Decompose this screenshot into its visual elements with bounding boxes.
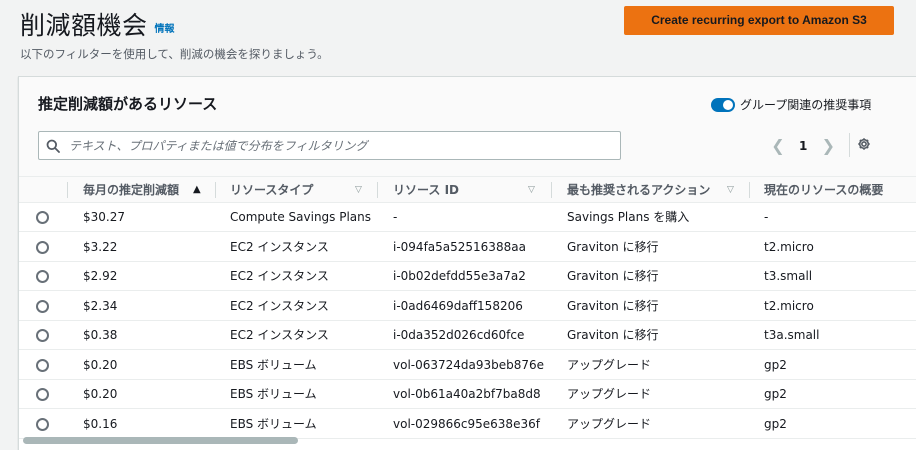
table-row[interactable]: $0.20 EBS ボリューム vol-0b61a40a2bf7ba8d8 アップグレ…: [19, 380, 916, 409]
cell-resource-type: EC2 インスタンス: [230, 298, 329, 313]
toggle-label: グループ関連の推奨事項: [740, 98, 872, 112]
cell-recommended-action: アップグレード: [567, 387, 652, 401]
column-savings[interactable]: 毎月の推定削減額: [83, 177, 203, 203]
pagination: ❮ 1 ❯: [771, 136, 835, 155]
row-select-radio[interactable]: [36, 388, 49, 401]
cell-recommended-action: Graviton に移行: [567, 269, 659, 283]
cell-savings: $2.34: [83, 298, 118, 313]
column-recommended-action[interactable]: 最も推奨されるアクション: [567, 177, 727, 203]
cell-resource-summary: gp2: [764, 387, 787, 401]
cell-resource-summary: t2.micro: [764, 239, 814, 254]
cell-savings: $0.20: [83, 387, 118, 401]
panel-header: 推定削減額があるリソース グループ関連の推奨事項 ❮ 1 ❯: [19, 77, 916, 177]
cell-resource-type: EC2 インスタンス: [230, 328, 329, 342]
column-divider: [67, 182, 68, 198]
panel-title: 推定削減額があるリソース: [38, 95, 218, 113]
page-header: 削減額機会 情報 以下のフィルターを使用して、削減の機会を探りましょう。: [20, 6, 620, 62]
table-row[interactable]: $2.92 EC2 インスタンス i-0b02defdd55e3a7a2 Gravit…: [19, 262, 916, 291]
column-divider: [377, 182, 378, 198]
cell-recommended-action: Savings Plans を購入: [567, 210, 690, 224]
cell-resource-id: vol-063724da93beb876e: [393, 357, 545, 372]
row-select-radio[interactable]: [36, 211, 49, 224]
toggle-switch[interactable]: [711, 97, 735, 112]
column-resource-type[interactable]: リソースタイプ: [230, 177, 350, 203]
column-divider: [749, 182, 750, 198]
column-resource-id[interactable]: リソース ID: [393, 177, 513, 203]
table-row[interactable]: $2.34 EC2 インスタンス i-0ad6469daff158206 Gravit…: [19, 292, 916, 321]
table-row[interactable]: $0.16 EBS ボリューム vol-029866c95e638e36f アップグレ…: [19, 410, 916, 439]
cell-recommended-action: アップグレード: [567, 357, 652, 372]
cell-recommended-action: Graviton に移行: [567, 298, 659, 313]
cell-resource-id: i-0da352d026cd60fce: [393, 328, 525, 342]
cell-resource-summary: gp2: [764, 416, 787, 431]
search-icon: [46, 139, 60, 153]
column-divider: [215, 182, 216, 198]
cell-resource-id: vol-029866c95e638e36f: [393, 416, 540, 431]
row-select-radio[interactable]: [36, 358, 49, 372]
cell-resource-summary: t3.small: [764, 269, 813, 283]
table-row[interactable]: $0.38 EC2 インスタンス i-0da352d026cd60fce Gravit…: [19, 321, 916, 350]
sort-icon[interactable]: ▽: [528, 177, 535, 203]
cell-resource-type: EC2 インスタンス: [230, 269, 329, 283]
cell-resource-type: Compute Savings Plans: [230, 210, 372, 224]
row-select-radio[interactable]: [36, 299, 49, 313]
cell-resource-type: EBS ボリューム: [230, 357, 317, 372]
table-row[interactable]: $30.27 Compute Savings Plans - Savings Plan…: [19, 203, 916, 232]
cell-resource-id: i-0ad6469daff158206: [393, 298, 523, 313]
resources-panel: 推定削減額があるリソース グループ関連の推奨事項 ❮ 1 ❯: [18, 76, 916, 450]
filter-box[interactable]: [38, 131, 621, 160]
previous-page-icon[interactable]: ❮: [771, 136, 785, 155]
cell-resource-summary: t2.micro: [764, 298, 814, 313]
cell-recommended-action: アップグレード: [567, 416, 652, 431]
cell-savings: $0.38: [83, 328, 118, 342]
row-select-radio[interactable]: [36, 270, 49, 283]
row-select-radio[interactable]: [36, 417, 49, 431]
sort-icon[interactable]: ▽: [355, 177, 362, 203]
row-select-radio[interactable]: [36, 240, 49, 254]
page-description: 以下のフィルターを使用して、削減の機会を探りましょう。: [20, 47, 329, 61]
title-row: 削減額機会 情報: [20, 6, 620, 42]
cell-savings: $0.16: [83, 416, 118, 431]
horizontal-scrollbar[interactable]: [23, 437, 298, 444]
column-resource-summary[interactable]: 現在のリソースの概要: [764, 177, 914, 203]
cell-resource-type: EBS ボリューム: [230, 387, 317, 401]
table-row[interactable]: $0.20 EBS ボリューム vol-063724da93beb876e アップグレ…: [19, 351, 916, 380]
row-select-radio[interactable]: [36, 329, 49, 342]
cell-savings: $2.92: [83, 269, 118, 283]
cell-recommended-action: Graviton に移行: [567, 239, 659, 254]
cell-resource-id: vol-0b61a40a2bf7ba8d8: [393, 387, 541, 401]
gear-icon[interactable]: [857, 137, 871, 151]
sort-icon[interactable]: ▽: [727, 177, 734, 203]
current-page[interactable]: 1: [799, 139, 807, 153]
cell-resource-type: EBS ボリューム: [230, 416, 317, 431]
cell-resource-id: i-094fa5a52516388aa: [393, 239, 526, 254]
cell-resource-id: -: [393, 210, 398, 224]
next-page-icon[interactable]: ❯: [821, 136, 835, 155]
filter-input[interactable]: [69, 136, 609, 156]
pager-divider: [849, 133, 850, 157]
cell-savings: $0.20: [83, 357, 118, 372]
info-link[interactable]: 情報: [155, 20, 175, 35]
table-row[interactable]: $3.22 EC2 インスタンス i-094fa5a52516388aa Gravit…: [19, 233, 916, 262]
cell-savings: $30.27: [83, 210, 125, 224]
group-toggle[interactable]: グループ関連の推奨事項: [711, 96, 871, 113]
column-divider: [551, 182, 552, 198]
cell-resource-id: i-0b02defdd55e3a7a2: [393, 269, 526, 283]
cell-resource-summary: gp2: [764, 357, 787, 372]
cell-resource-type: EC2 インスタンス: [230, 239, 329, 254]
cell-savings: $3.22: [83, 239, 118, 254]
page-title: 削減額機会: [20, 11, 148, 40]
cell-recommended-action: Graviton に移行: [567, 328, 659, 342]
create-export-button[interactable]: Create recurring export to Amazon S3: [624, 6, 894, 35]
cell-resource-summary: t3a.small: [764, 328, 820, 342]
sort-ascending-icon[interactable]: ▲: [193, 177, 201, 203]
toggle-knob: [723, 99, 733, 110]
table-header: 毎月の推定削減額 ▲ リソースタイプ ▽ リソース ID ▽ 最も推奨されるアク…: [19, 177, 916, 203]
cell-resource-summary: -: [764, 210, 769, 224]
